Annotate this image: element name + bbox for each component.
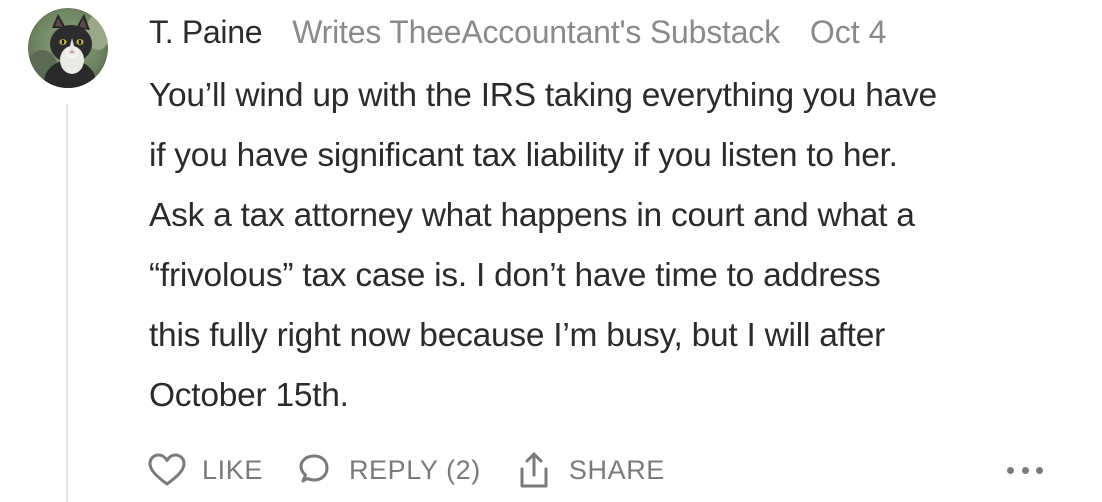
comment-header: T. Paine Writes TheeAccountant's Substac… [149, 12, 886, 52]
ellipsis-icon [1007, 466, 1014, 474]
more-options-button[interactable] [1007, 456, 1043, 484]
share-button[interactable]: SHARE [517, 451, 665, 489]
comment-date[interactable]: Oct 4 [810, 14, 886, 51]
share-label: SHARE [568, 454, 665, 485]
ellipsis-icon [1036, 466, 1043, 474]
comment-body-line: “frivolous” tax case is. I don’t have ti… [149, 257, 881, 294]
comment: T. Paine Writes TheeAccountant's Substac… [0, 0, 1102, 502]
comment-body-line: October 15th. [149, 377, 349, 414]
share-icon [517, 451, 551, 489]
reply-button[interactable]: REPLY (2) [297, 453, 481, 487]
ellipsis-icon [1021, 466, 1029, 474]
comment-body-line: Ask a tax attorney what happens in court… [149, 197, 915, 234]
cat-avatar-image [28, 8, 108, 88]
comment-body-line: this fully right now because I’m busy, b… [149, 317, 885, 354]
thread-line [66, 104, 68, 502]
avatar[interactable] [28, 8, 108, 88]
author-byline[interactable]: Writes TheeAccountant's Substack [292, 14, 780, 51]
author-name[interactable]: T. Paine [149, 14, 263, 51]
reply-label: REPLY (2) [348, 454, 481, 485]
speech-bubble-icon [297, 453, 331, 487]
like-label: LIKE [202, 454, 263, 485]
comment-actions: LIKE REPLY (2) SHARE [148, 448, 665, 492]
comment-body-line: You’ll wind up with the IRS taking every… [149, 77, 937, 114]
heart-icon [148, 453, 186, 487]
comment-body-line: if you have significant tax liability if… [149, 137, 898, 174]
like-button[interactable]: LIKE [148, 453, 263, 487]
comment-body: You’ll wind up with the IRS taking every… [149, 66, 1089, 426]
